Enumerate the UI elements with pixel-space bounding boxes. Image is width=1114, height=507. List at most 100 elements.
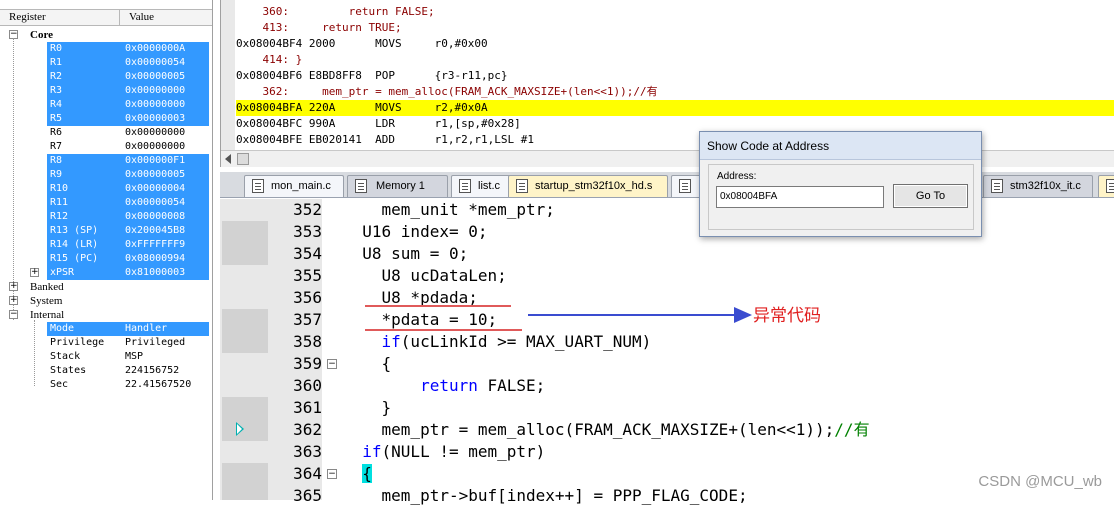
register-value: 0x00000004 (125, 183, 186, 194)
register-value: 0x00000000 (125, 99, 186, 110)
register-row[interactable]: R15 (PC) 0x08000994 (0, 252, 212, 266)
code-text: mem_ptr = mem_alloc(FRAM_ACK_MAXSIZE+(le… (343, 419, 870, 441)
dialog-title[interactable]: Show Code at Address (700, 132, 981, 160)
go-to-label: Go To (915, 190, 946, 202)
register-row[interactable]: Sec 22.41567520 (0, 378, 212, 392)
disassembly-line[interactable]: 0x08004BFE EB020141 ADD r1,r2,r1,LSL #1 (236, 132, 1114, 148)
register-row[interactable]: R11 0x00000054 (0, 196, 212, 210)
code-line[interactable]: 360 return FALSE; (220, 375, 1114, 397)
tab-label: startup_stm32f10x_hd.s (535, 180, 653, 192)
expand-toggle-icon[interactable]: + (9, 296, 18, 305)
register-row[interactable]: Stack MSP (0, 350, 212, 364)
register-name: R11 (50, 197, 69, 208)
code-line[interactable]: 354 U8 sum = 0; (220, 243, 1114, 265)
register-group[interactable]: − Internal (0, 308, 200, 322)
line-number: 363 (293, 442, 322, 461)
editor-tab[interactable]: mon_main.c (244, 175, 344, 197)
register-row[interactable]: R13 (SP) 0x200045B8 (0, 224, 212, 238)
register-group-label: Banked (30, 281, 64, 293)
register-window: Register Value − Core R0 0x0000000A R1 0x0000… (0, 0, 213, 500)
editor-tab[interactable] (1098, 175, 1114, 197)
file-icon (355, 179, 367, 193)
editor-tab[interactable]: list.c (451, 175, 515, 197)
register-row[interactable]: R9 0x00000005 (0, 168, 212, 182)
register-row[interactable]: R0 0x0000000A (0, 42, 212, 56)
register-row[interactable]: R7 0x00000000 (0, 140, 212, 154)
line-number: 358 (293, 332, 322, 351)
register-value: 0x00000054 (125, 57, 186, 68)
value-column-header[interactable]: Value (120, 10, 154, 25)
code-line[interactable]: 356 U8 *pdada; (220, 287, 1114, 309)
code-line[interactable]: 363 if(NULL != mem_ptr) (220, 441, 1114, 463)
code-line[interactable]: 362 mem_ptr = mem_alloc(FRAM_ACK_MAXSIZE… (220, 419, 1114, 441)
code-line[interactable]: 359− { (220, 353, 1114, 375)
disassembly-line[interactable]: 414: } (236, 52, 1114, 68)
register-row[interactable]: Privilege Privileged (0, 336, 212, 350)
register-row[interactable]: R1 0x00000054 (0, 56, 212, 70)
line-number: 359 (293, 354, 322, 373)
register-group[interactable]: + System (0, 294, 200, 308)
scroll-thumb[interactable] (237, 153, 249, 165)
register-row[interactable]: R8 0x000000F1 (0, 154, 212, 168)
editor-tab[interactable]: stm32f10x_it.c (983, 175, 1093, 197)
register-name: R13 (SP) (50, 225, 99, 236)
register-row[interactable]: R2 0x00000005 (0, 70, 212, 84)
register-name: R1 (50, 57, 63, 68)
file-icon (516, 179, 528, 193)
number-token: 1 (795, 420, 806, 439)
register-row[interactable]: R4 0x00000000 (0, 98, 212, 112)
line-number: 352 (293, 200, 322, 219)
file-icon (459, 179, 471, 193)
go-to-button[interactable]: Go To (893, 184, 968, 208)
code-line[interactable]: 358 if(ucLinkId >= MAX_UART_NUM) (220, 331, 1114, 353)
disassembly-line[interactable]: 413: return TRUE; (236, 20, 1114, 36)
register-row[interactable]: R3 0x00000000 (0, 84, 212, 98)
address-input[interactable]: 0x08004BFA (716, 186, 884, 208)
register-row[interactable]: R6 0x00000000 (0, 126, 212, 140)
expand-toggle-icon[interactable]: + (30, 268, 39, 277)
code-token: ; (477, 222, 488, 241)
register-row[interactable]: R10 0x00000004 (0, 182, 212, 196)
register-value: 0x00000000 (125, 141, 186, 152)
register-row[interactable]: + xPSR 0x81000003 (0, 266, 212, 280)
disassembly-line[interactable]: 0x08004BF6 E8BD8FF8 POP {r3-r11,pc} (236, 68, 1114, 84)
register-row[interactable]: Mode Handler (0, 322, 212, 336)
file-icon (252, 179, 264, 193)
register-name: R0 (50, 43, 63, 54)
fold-toggle-icon[interactable]: − (327, 359, 337, 369)
register-name: R9 (50, 169, 63, 180)
disassembly-line[interactable]: 362: mem_ptr = mem_alloc(FRAM_ACK_MAXSIZ… (236, 84, 1114, 100)
code-token: *pdata = (343, 310, 469, 329)
disassembly-line[interactable]: 360: return FALSE; (236, 4, 1114, 20)
code-text: if(ucLinkId >= MAX_UART_NUM) (343, 331, 652, 353)
expand-toggle-icon[interactable]: − (9, 310, 18, 319)
register-row[interactable]: States 224156752 (0, 364, 212, 378)
code-line[interactable]: 361 } (220, 397, 1114, 419)
code-token: FALSE; (477, 376, 546, 395)
register-value: 0x0000000A (125, 43, 186, 54)
code-line[interactable]: 357 *pdata = 10; (220, 309, 1114, 331)
register-row[interactable]: R14 (LR) 0xFFFFFFF9 (0, 238, 212, 252)
code-text: U8 sum = 0; (343, 243, 468, 265)
expand-toggle-icon[interactable]: + (9, 282, 18, 291)
scroll-left-icon[interactable] (225, 154, 231, 164)
register-name: Mode (50, 323, 75, 334)
disassembly-line[interactable]: 0x08004BFA 220A MOVS r2,#0x0A (236, 100, 1114, 116)
code-line[interactable]: 355 U8 ucDataLen; (220, 265, 1114, 287)
register-group[interactable]: − Core (0, 28, 200, 42)
register-value: 0x00000000 (125, 85, 186, 96)
register-group[interactable]: + Banked (0, 280, 200, 294)
register-column-header[interactable]: Register (0, 10, 120, 25)
fold-toggle-icon[interactable]: − (327, 469, 337, 479)
disassembly-line[interactable]: 0x08004BF4 2000 MOVS r0,#0x00 (236, 36, 1114, 52)
editor-tab[interactable]: startup_stm32f10x_hd.s (508, 175, 668, 197)
file-icon (991, 179, 1003, 193)
editor-tab[interactable]: Memory 1 (347, 175, 448, 197)
code-token: { (343, 354, 392, 373)
editor-tab[interactable] (671, 175, 701, 197)
register-row[interactable]: R5 0x00000003 (0, 112, 212, 126)
disassembly-line[interactable]: 0x08004BFC 990A LDR r1,[sp,#0x28] (236, 116, 1114, 132)
register-row[interactable]: R12 0x00000008 (0, 210, 212, 224)
